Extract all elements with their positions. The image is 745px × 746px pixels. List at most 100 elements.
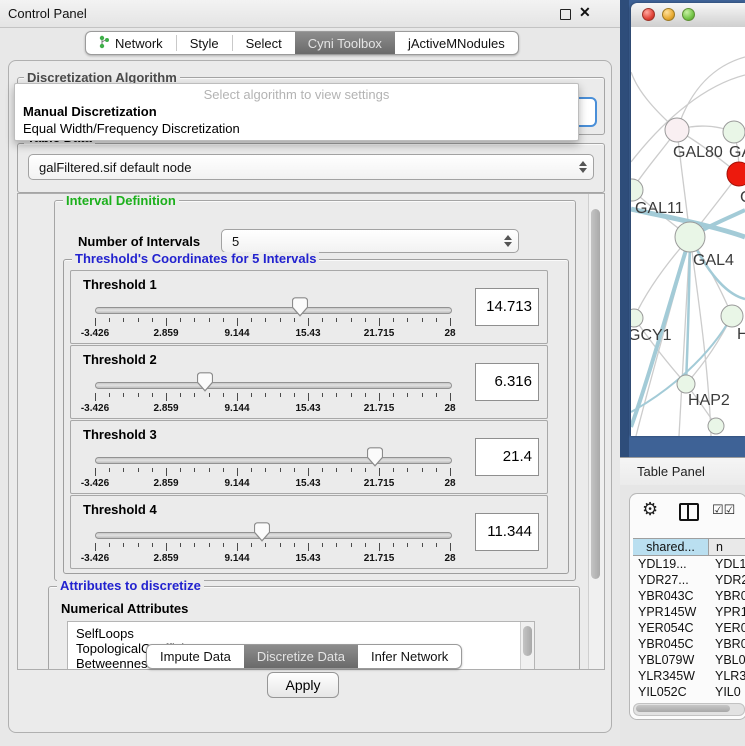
numerical-attributes-heading: Numerical Attributes xyxy=(61,601,188,616)
threshold-value-field[interactable]: 11.344 xyxy=(475,513,539,551)
tab-jactivemnodules[interactable]: jActiveMNodules xyxy=(395,32,518,54)
table-cell: YPR1 xyxy=(708,604,745,620)
table-row[interactable]: YLR345WYLR3 xyxy=(633,668,745,684)
tab-cyni-toolbox[interactable]: Cyni Toolbox xyxy=(295,32,395,54)
slider-thumb[interactable] xyxy=(197,372,213,392)
tab-select[interactable]: Select xyxy=(233,32,295,54)
network-node-label: GA xyxy=(729,144,745,161)
network-node-label: H xyxy=(737,326,745,343)
table-header-row: shared...n xyxy=(633,538,745,556)
network-node-label: C xyxy=(740,189,745,206)
table-row[interactable]: YBR043CYBR0 xyxy=(633,588,745,604)
table-cell: YLR3 xyxy=(708,668,745,684)
thresholds-group-title: Threshold's Coordinates for 5 Intervals xyxy=(72,252,319,265)
table-cell: YER0 xyxy=(708,620,745,636)
network-node-h[interactable] xyxy=(721,305,743,327)
slider-tick-labels: -3.4262.8599.14415.4321.71528 xyxy=(95,553,450,565)
attribute-list-scrollbar[interactable] xyxy=(520,622,534,670)
table-data-combo[interactable]: galFiltered.sif default node xyxy=(28,154,594,180)
threshold-label: Threshold 3 xyxy=(83,427,157,442)
network-tab-icon xyxy=(99,35,110,52)
network-desktop: GAL80GACGAL11GAL4GCY1HHAP2 xyxy=(620,0,745,457)
table-row[interactable]: YPR145WYPR1 xyxy=(633,604,745,620)
table-row[interactable]: YER054CYER0 xyxy=(633,620,745,636)
top-tab-bar: Network Style SelectCyni Toolbox jActiveMNo… xyxy=(85,31,519,55)
table-cell: YBL079W xyxy=(633,652,708,668)
tab-discretize-data[interactable]: Discretize Data xyxy=(244,645,358,668)
table-cell: YIL052C xyxy=(633,684,708,700)
tab-impute-data[interactable]: Impute Data xyxy=(147,645,244,668)
column-header-shared[interactable]: shared... xyxy=(633,539,709,555)
cyni-toolbox-panel: Discretization Algorithm Select algorith… xyxy=(8,60,612,733)
column-header-n[interactable]: n xyxy=(709,539,745,555)
settings-scroll-panel: Interval Definition Number of Intervals … xyxy=(17,193,605,670)
window-zoom-button[interactable] xyxy=(682,8,695,21)
network-edge[interactable] xyxy=(677,57,745,130)
table-cell: YDL19... xyxy=(633,556,708,572)
slider-track[interactable] xyxy=(95,457,452,464)
table-cell: YPR145W xyxy=(633,604,708,620)
threshold-value-field[interactable]: 21.4 xyxy=(475,438,539,476)
network-node-label: GCY1 xyxy=(631,327,672,344)
tab-label: jActiveMNodules xyxy=(408,36,505,51)
table-row[interactable]: YIL052CYIL0 xyxy=(633,684,745,700)
table-row[interactable]: YDR27...YDR2 xyxy=(633,572,745,588)
table-row[interactable]: YBL079WYBL0 xyxy=(633,652,745,668)
settings-scrollbar[interactable] xyxy=(588,194,604,669)
tab-network[interactable]: Network xyxy=(86,32,176,54)
threshold-value-field[interactable]: 14.713 xyxy=(475,288,539,326)
split-columns-icon[interactable] xyxy=(679,503,699,521)
table-row[interactable]: YBR045CYBR0 xyxy=(633,636,745,652)
apply-button[interactable]: Apply xyxy=(267,672,339,698)
close-icon[interactable]: ✕ xyxy=(579,4,591,21)
table-row[interactable]: YDL19...YDL1 xyxy=(633,556,745,572)
window-minimize-button[interactable] xyxy=(662,8,675,21)
tab-infer-network[interactable]: Infer Network xyxy=(358,645,461,668)
control-panel-titlebar: Control Panel ✕ xyxy=(0,0,620,28)
slider-thumb[interactable] xyxy=(254,522,270,542)
slider-track[interactable] xyxy=(95,307,452,314)
attribute-item-selfloops[interactable]: SelfLoops xyxy=(68,622,534,641)
network-node-gal4[interactable] xyxy=(675,222,705,252)
network-node-label: GAL80 xyxy=(673,144,723,161)
table-panel-header: Table Panel xyxy=(620,458,745,485)
network-node-gcy1[interactable] xyxy=(631,309,643,327)
network-node-gal80[interactable] xyxy=(665,118,689,142)
select-columns-checkbox-icons[interactable]: ☑☑ xyxy=(712,502,735,518)
slider-track[interactable] xyxy=(95,532,452,539)
slider-tick-labels: -3.4262.8599.14415.4321.71528 xyxy=(95,403,450,415)
threshold-value-field[interactable]: 6.316 xyxy=(475,363,539,401)
network-canvas[interactable]: GAL80GACGAL11GAL4GCY1HHAP2 xyxy=(631,27,745,436)
float-window-icon[interactable] xyxy=(560,9,571,20)
table-cell: YIL0 xyxy=(708,684,745,700)
bottom-tab-bar: Impute Data Discretize Data Infer Network xyxy=(146,644,462,669)
attributes-group-title: Attributes to discretize xyxy=(57,579,204,592)
tab-style[interactable]: Style xyxy=(177,32,232,54)
tab-label: Discretize Data xyxy=(257,649,345,664)
table-cell: YDR27... xyxy=(633,572,708,588)
thresholds-group: Threshold's Coordinates for 5 Intervals … xyxy=(63,259,569,574)
network-node-hap2[interactable] xyxy=(677,375,695,393)
threshold-box-1: Threshold 1-3.4262.8599.14415.4321.71528… xyxy=(70,270,548,344)
algorithm-prompt-item[interactable]: Select algorithm to view settings xyxy=(15,87,578,102)
slider-thumb[interactable] xyxy=(367,447,383,467)
num-intervals-combo[interactable]: 5 xyxy=(221,229,519,253)
algorithm-option-manual[interactable]: Manual Discretization xyxy=(23,104,157,119)
network-node[interactable] xyxy=(708,418,724,434)
tab-label: Style xyxy=(190,36,219,51)
window-close-button[interactable] xyxy=(642,8,655,21)
network-node-label: GAL11 xyxy=(635,200,684,217)
network-node-c[interactable] xyxy=(727,162,745,186)
network-window-titlebar[interactable] xyxy=(631,3,745,28)
table-horizontal-scrollbar[interactable] xyxy=(633,703,745,716)
num-intervals-value: 5 xyxy=(232,234,239,249)
slider-track[interactable] xyxy=(95,382,452,389)
gear-icon[interactable]: ⚙ xyxy=(642,499,658,520)
slider-thumb[interactable] xyxy=(292,297,308,317)
node-table: shared...nYDL19...YDL1YDR27...YDR2YBR043… xyxy=(633,538,745,701)
algorithm-dropdown-popup: Select algorithm to view settings Manual… xyxy=(14,83,579,141)
network-node-ga[interactable] xyxy=(723,121,745,143)
control-panel: Control Panel ✕ Network Style SelectCyni T… xyxy=(0,0,620,745)
algorithm-option-equal-width[interactable]: Equal Width/Frequency Discretization xyxy=(23,121,240,136)
tab-label: Network xyxy=(115,36,163,51)
